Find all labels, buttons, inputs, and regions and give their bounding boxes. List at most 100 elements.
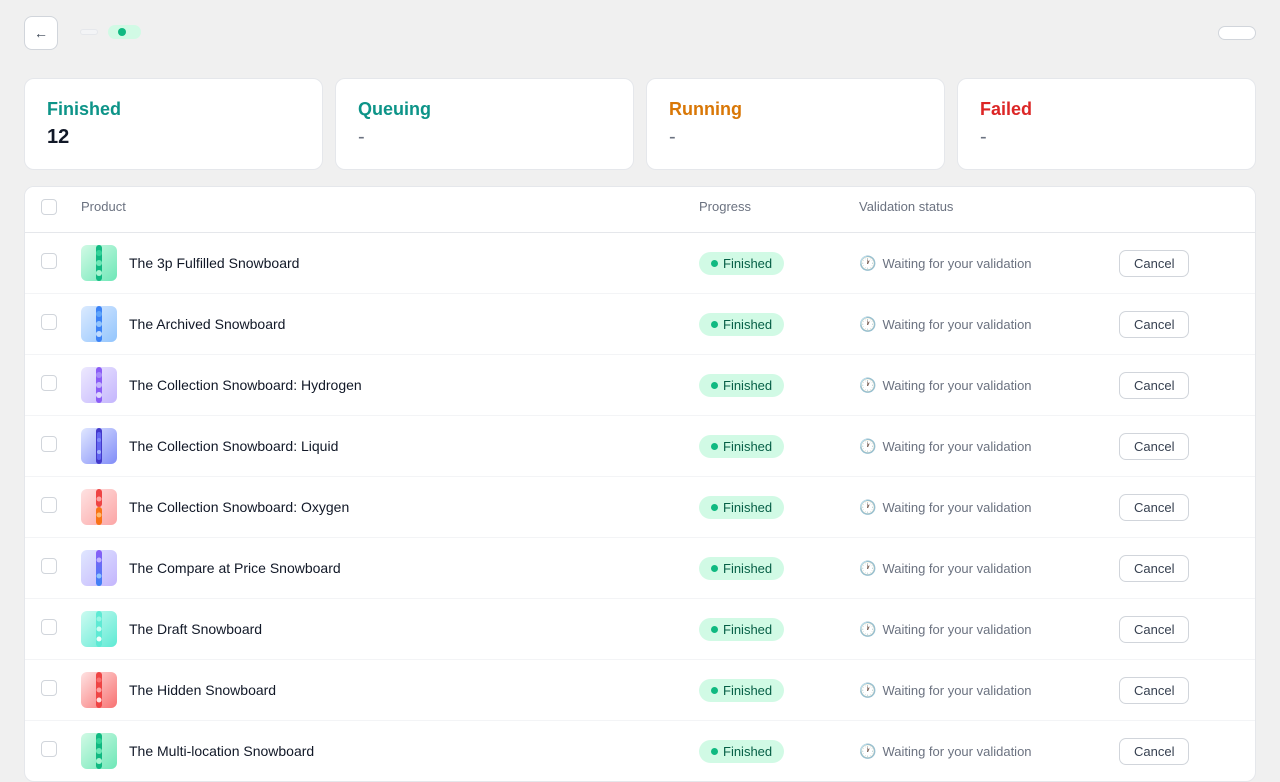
validation-cell: 🕐 Waiting for your validation (859, 743, 1119, 760)
validation-text: Waiting for your validation (882, 561, 1031, 576)
validation-text: Waiting for your validation (882, 378, 1031, 393)
product-icon (81, 428, 117, 464)
cancel-row-button[interactable]: Cancel (1119, 311, 1189, 338)
cancel-button[interactable] (1218, 26, 1256, 40)
progress-cell: Finished (699, 252, 859, 275)
product-name: The Multi-location Snowboard (129, 743, 314, 759)
product-cell: The Collection Snowboard: Hydrogen (81, 367, 699, 403)
progress-dot (711, 504, 718, 511)
clock-icon: 🕐 (859, 255, 876, 272)
validation-cell: 🕐 Waiting for your validation (859, 682, 1119, 699)
progress-label: Finished (723, 317, 772, 332)
cancel-row-button[interactable]: Cancel (1119, 677, 1189, 704)
row-checkbox-cell (41, 558, 81, 579)
stat-card-queuing: Queuing - (335, 78, 634, 170)
clock-icon: 🕐 (859, 560, 876, 577)
product-cell: The Multi-location Snowboard (81, 733, 699, 769)
row-checkbox-cell (41, 497, 81, 518)
cancel-row-button[interactable]: Cancel (1119, 555, 1189, 582)
row-checkbox-cell (41, 741, 81, 762)
product-cell: The Draft Snowboard (81, 611, 699, 647)
table-row: The Hidden Snowboard Finished 🕐 Waiting … (25, 660, 1255, 721)
title-block (70, 25, 141, 42)
progress-label: Finished (723, 378, 772, 393)
row-checkbox[interactable] (41, 619, 57, 635)
stat-label-queuing: Queuing (358, 99, 611, 120)
product-name: The Collection Snowboard: Oxygen (129, 499, 349, 515)
validation-text: Waiting for your validation (882, 317, 1031, 332)
cancel-row-button[interactable]: Cancel (1119, 250, 1189, 277)
product-cell: The Compare at Price Snowboard (81, 550, 699, 586)
page-header: ← (0, 0, 1280, 66)
table-row: The Collection Snowboard: Hydrogen Finis… (25, 355, 1255, 416)
validation-cell: 🕐 Waiting for your validation (859, 316, 1119, 333)
cancel-row-button[interactable]: Cancel (1119, 616, 1189, 643)
table-body: The 3p Fulfilled Snowboard Finished 🕐 Wa… (25, 233, 1255, 781)
cancel-row-button[interactable]: Cancel (1119, 738, 1189, 765)
progress-label: Finished (723, 256, 772, 271)
status-badge (108, 25, 141, 39)
table-row: The 3p Fulfilled Snowboard Finished 🕐 Wa… (25, 233, 1255, 294)
progress-label: Finished (723, 744, 772, 759)
validation-cell: 🕐 Waiting for your validation (859, 560, 1119, 577)
product-cell: The Collection Snowboard: Oxygen (81, 489, 699, 525)
action-cell: Cancel (1119, 677, 1239, 704)
product-name: The Collection Snowboard: Hydrogen (129, 377, 362, 393)
refresh-button[interactable] (1184, 27, 1208, 39)
action-cell: Cancel (1119, 555, 1239, 582)
product-name: The Archived Snowboard (129, 316, 285, 332)
validation-text: Waiting for your validation (882, 256, 1031, 271)
product-cell: The Archived Snowboard (81, 306, 699, 342)
col-validation: Validation status (859, 199, 1119, 220)
cancel-row-button[interactable]: Cancel (1119, 494, 1189, 521)
validation-cell: 🕐 Waiting for your validation (859, 255, 1119, 272)
progress-dot (711, 382, 718, 389)
row-checkbox[interactable] (41, 375, 57, 391)
table-row: The Archived Snowboard Finished 🕐 Waitin… (25, 294, 1255, 355)
cancel-row-button[interactable]: Cancel (1119, 372, 1189, 399)
progress-cell: Finished (699, 313, 859, 336)
validation-text: Waiting for your validation (882, 683, 1031, 698)
row-checkbox[interactable] (41, 314, 57, 330)
progress-badge: Finished (699, 679, 784, 702)
progress-dot (711, 443, 718, 450)
select-all-checkbox[interactable] (41, 199, 57, 215)
progress-badge: Finished (699, 618, 784, 641)
cancel-row-button[interactable]: Cancel (1119, 433, 1189, 460)
row-checkbox[interactable] (41, 680, 57, 696)
table-row: The Compare at Price Snowboard Finished … (25, 538, 1255, 599)
progress-badge: Finished (699, 496, 784, 519)
back-button[interactable]: ← (24, 16, 58, 50)
stat-label-finished: Finished (47, 99, 300, 120)
progress-badge: Finished (699, 313, 784, 336)
header-left: ← (24, 16, 141, 50)
gpt-badge (80, 29, 98, 35)
table-row: The Draft Snowboard Finished 🕐 Waiting f… (25, 599, 1255, 660)
product-name: The Hidden Snowboard (129, 682, 276, 698)
product-icon (81, 367, 117, 403)
progress-cell: Finished (699, 618, 859, 641)
row-checkbox[interactable] (41, 253, 57, 269)
row-checkbox[interactable] (41, 497, 57, 513)
product-icon (81, 611, 117, 647)
action-cell: Cancel (1119, 616, 1239, 643)
action-cell: Cancel (1119, 372, 1239, 399)
clock-icon: 🕐 (859, 316, 876, 333)
progress-label: Finished (723, 622, 772, 637)
stat-value-finished: 12 (47, 126, 300, 149)
row-checkbox[interactable] (41, 436, 57, 452)
validation-text: Waiting for your validation (882, 500, 1031, 515)
col-progress: Progress (699, 199, 859, 220)
row-checkbox-cell (41, 436, 81, 457)
products-table: Product Progress Validation status The 3… (24, 186, 1256, 782)
row-checkbox[interactable] (41, 741, 57, 757)
stat-card-failed: Failed - (957, 78, 1256, 170)
product-icon (81, 489, 117, 525)
row-checkbox[interactable] (41, 558, 57, 574)
back-icon: ← (34, 25, 48, 41)
validation-cell: 🕐 Waiting for your validation (859, 621, 1119, 638)
title-row (70, 25, 141, 39)
row-checkbox-cell (41, 375, 81, 396)
progress-cell: Finished (699, 496, 859, 519)
stat-card-running: Running - (646, 78, 945, 170)
